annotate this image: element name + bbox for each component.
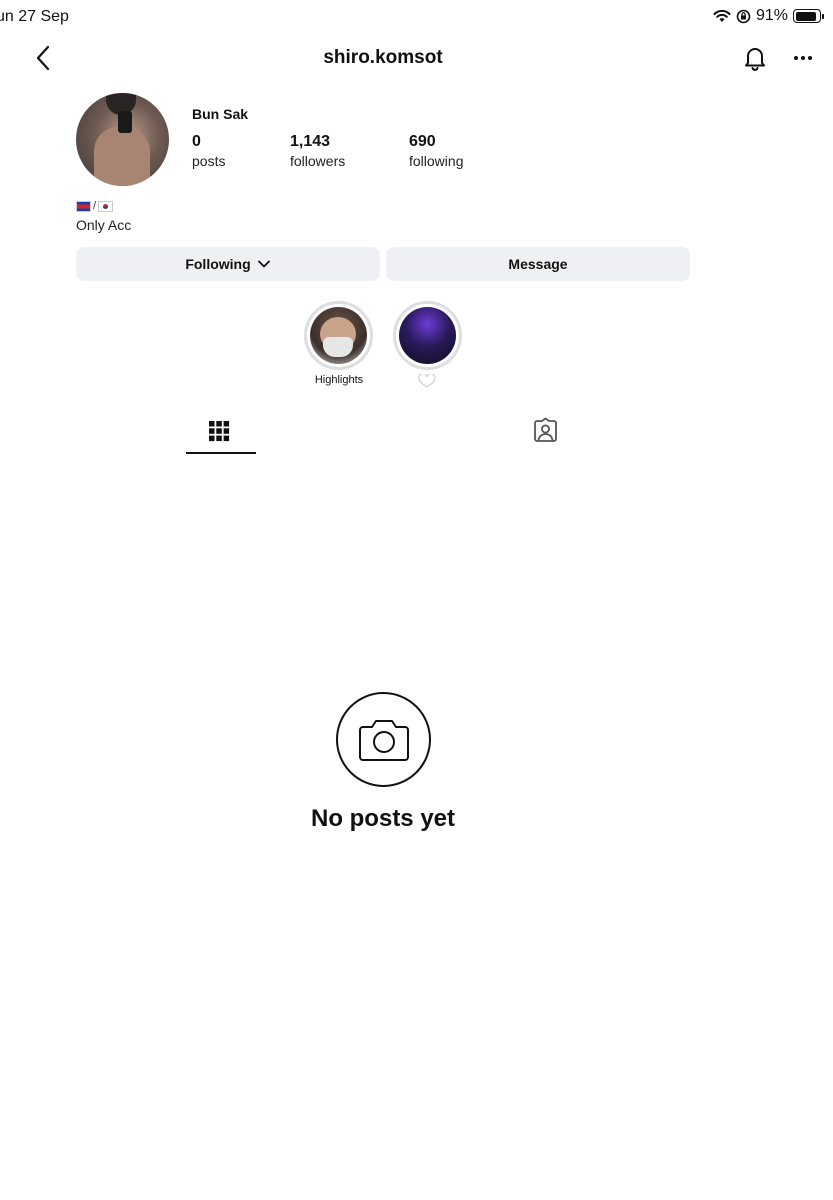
bio-separator: / bbox=[93, 200, 97, 212]
chevron-down-icon bbox=[257, 260, 270, 268]
profile-username: shiro.komsot bbox=[323, 47, 443, 68]
bio-flags: / bbox=[76, 200, 114, 212]
highlight-2[interactable] bbox=[393, 301, 462, 370]
south-korea-flag-icon bbox=[98, 200, 114, 212]
status-date: un 27 Sep bbox=[0, 8, 69, 25]
display-name: Bun Sak bbox=[192, 106, 249, 122]
battery-percent: 91% bbox=[755, 7, 788, 24]
following-button[interactable]: Following bbox=[76, 247, 380, 281]
highlight-1[interactable] bbox=[304, 301, 373, 370]
following-stat[interactable]: 690 following bbox=[409, 133, 463, 169]
highlight-1-cover bbox=[310, 307, 367, 364]
active-tab-indicator bbox=[186, 452, 256, 454]
no-posts-message: No posts yet bbox=[310, 805, 456, 832]
following-button-label: Following bbox=[185, 256, 251, 272]
message-button[interactable]: Message bbox=[386, 247, 690, 281]
following-label: following bbox=[409, 153, 464, 169]
empty-state-camera bbox=[336, 692, 431, 787]
cambodia-flag-icon bbox=[76, 200, 91, 212]
message-button-label: Message bbox=[508, 256, 568, 272]
posts-stat: 0 posts bbox=[192, 133, 225, 169]
profile-avatar[interactable] bbox=[76, 93, 169, 186]
posts-label: posts bbox=[192, 153, 226, 169]
bell-icon bbox=[745, 48, 765, 71]
battery-icon bbox=[793, 9, 824, 23]
following-count: 690 bbox=[409, 133, 436, 150]
followers-label: followers bbox=[290, 153, 346, 169]
tab-tagged[interactable] bbox=[532, 417, 559, 444]
ellipsis-icon bbox=[794, 56, 812, 60]
more-options-button[interactable] bbox=[790, 47, 816, 69]
wifi-icon bbox=[713, 9, 731, 22]
battery-fill bbox=[795, 11, 817, 21]
orientation-lock-icon bbox=[736, 9, 751, 23]
grid-icon bbox=[209, 421, 230, 442]
bio-text: Only Acc bbox=[76, 217, 132, 233]
camera-icon bbox=[358, 719, 409, 761]
tagged-person-icon bbox=[534, 417, 557, 442]
highlight-1-label: Highlights bbox=[314, 374, 364, 386]
status-indicators: 91% bbox=[713, 7, 824, 25]
followers-stat[interactable]: 1,143 followers bbox=[290, 133, 345, 169]
posts-count: 0 bbox=[192, 133, 201, 150]
notifications-button[interactable] bbox=[741, 44, 769, 72]
highlight-2-cover bbox=[399, 307, 456, 364]
tab-posts-grid[interactable] bbox=[206, 418, 232, 444]
white-heart-icon bbox=[418, 374, 436, 388]
followers-count: 1,143 bbox=[290, 133, 331, 150]
